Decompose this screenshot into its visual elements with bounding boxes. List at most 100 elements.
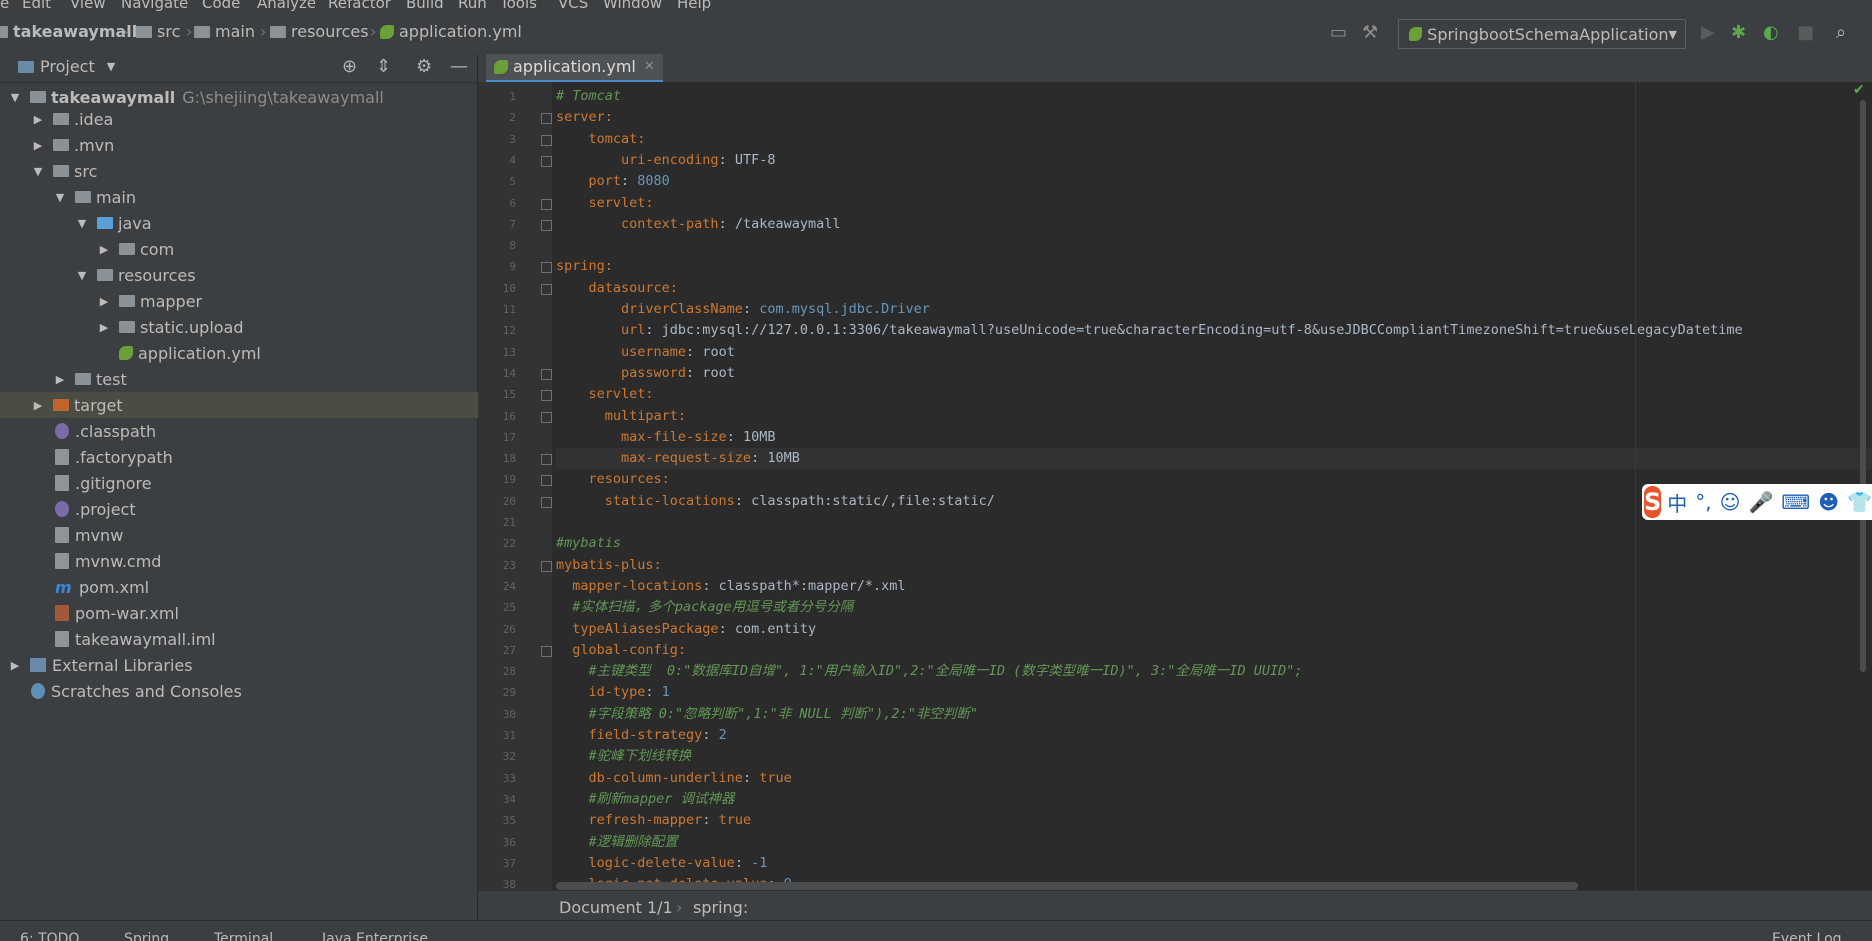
tree-item-test[interactable]: ▶ test	[0, 366, 530, 392]
fold-marker-icon[interactable]	[541, 390, 552, 402]
tree-item-target[interactable]: ▶ target	[0, 392, 508, 418]
run-configuration-select[interactable]: SpringbootSchemaApplication ▼	[1398, 19, 1686, 49]
yaml-key: static-locations	[556, 492, 735, 509]
vertical-scrollbar[interactable]	[1860, 100, 1866, 672]
folder-icon	[119, 321, 135, 333]
menu-window[interactable]: Window	[603, 0, 662, 12]
microphone-icon[interactable]: 🎤	[1749, 490, 1774, 514]
horizontal-scrollbar[interactable]	[556, 882, 1578, 890]
tree-item-iml[interactable]: takeawaymall.iml	[0, 626, 532, 652]
layout-icon[interactable]: ▭	[1330, 22, 1347, 43]
keyboard-icon[interactable]: ⌨	[1781, 490, 1810, 514]
tree-item-src[interactable]: ▼ src	[0, 158, 508, 184]
tree-item-java[interactable]: ▼ java	[0, 210, 552, 236]
menu-code[interactable]: Code	[202, 0, 240, 12]
collapsed-arrow-icon: ▶	[33, 112, 43, 126]
menu-view[interactable]: View	[70, 0, 106, 12]
resources-folder-icon	[270, 25, 286, 38]
tree-item-project[interactable]: .project	[0, 496, 532, 522]
ime-toolbar[interactable]: S 中 °, ☺ 🎤 ⌨ ☻ 👕	[1642, 484, 1872, 520]
build-hammer-icon[interactable]: ⚒	[1362, 22, 1378, 43]
tree-item-resources[interactable]: ▼ resources	[0, 262, 552, 288]
menu-run[interactable]: Run	[458, 0, 487, 12]
menu-navigate[interactable]: Navigate	[121, 0, 188, 12]
tree-item-pom-xml[interactable]: m pom.xml	[0, 574, 532, 600]
fold-marker-icon[interactable]	[541, 198, 552, 210]
tab-application-yml[interactable]: application.yml ✕	[486, 53, 1126, 83]
editor-breadcrumb-bar: Document 1/1 › spring:	[478, 890, 1872, 921]
fold-marker-icon[interactable]	[541, 219, 552, 231]
yaml-colon: :	[751, 450, 768, 467]
tree-item-mvnw-cmd[interactable]: mvnw.cmd	[0, 548, 532, 574]
menu-file[interactable]: e	[0, 0, 9, 12]
breadcrumb-resources[interactable]: resources	[270, 22, 369, 41]
line-number: 36	[502, 835, 516, 849]
code-line: spring:	[556, 256, 613, 277]
yaml-path[interactable]: spring:	[693, 898, 748, 917]
skin-shirt-icon[interactable]: 👕	[1847, 490, 1872, 514]
menu-vcs[interactable]: VCS	[558, 0, 588, 12]
fold-marker-icon[interactable]	[541, 411, 552, 423]
fold-marker-icon[interactable]	[541, 262, 552, 274]
close-icon[interactable]: ✕	[644, 59, 655, 74]
yaml-value: true	[759, 769, 792, 786]
tree-item-classpath[interactable]: .classpath	[0, 418, 532, 444]
code-line: driverClassName: com.mysql.jdbc.Driver	[556, 299, 930, 320]
breadcrumb-main[interactable]: main	[194, 22, 255, 41]
tree-item-external-libraries[interactable]: ▶ External Libraries	[0, 652, 485, 678]
menu-tools[interactable]: Tools	[500, 0, 537, 12]
expanded-arrow-icon: ▼	[77, 216, 87, 230]
fold-marker-icon[interactable]	[541, 283, 552, 295]
folder-icon	[53, 165, 69, 177]
tree-item-mvnw[interactable]: mvnw	[0, 522, 532, 548]
yaml-colon: :	[718, 620, 735, 637]
menu-analyze[interactable]: Analyze	[257, 0, 316, 12]
tree-item-scratches[interactable]: Scratches and Consoles	[0, 678, 508, 704]
fold-marker-icon[interactable]	[541, 155, 552, 167]
breadcrumb-src[interactable]: src	[136, 22, 180, 41]
ime-mode-toggle[interactable]: 中	[1667, 488, 1687, 517]
menu-build[interactable]: Build	[406, 0, 444, 12]
menu-help[interactable]: Help	[677, 0, 711, 12]
line-number: 21	[502, 516, 516, 529]
yaml-value: 1	[661, 684, 670, 701]
breadcrumb-file[interactable]: application.yml	[380, 22, 522, 41]
fold-marker-icon[interactable]	[541, 368, 552, 380]
tree-item-idea[interactable]: ▶ .idea	[0, 106, 508, 132]
fold-marker-icon[interactable]	[541, 496, 552, 508]
tree-item-pom-war-xml[interactable]: pom-war.xml	[0, 600, 532, 626]
tree-item-main[interactable]: ▼ main	[0, 184, 530, 210]
fold-marker-icon[interactable]	[541, 645, 552, 657]
run-icon[interactable]: ▶	[1701, 22, 1715, 43]
debug-bug-icon[interactable]: ✱	[1731, 22, 1746, 43]
smiley-icon[interactable]: ☺	[1720, 490, 1741, 514]
stop-icon[interactable]: ■	[1797, 22, 1814, 43]
fold-marker-icon[interactable]	[541, 560, 552, 572]
locate-target-icon[interactable]: ⊕	[342, 56, 357, 77]
collapse-all-icon[interactable]: ⇕	[376, 56, 391, 77]
fold-marker-icon[interactable]	[541, 134, 552, 146]
tree-item-factorypath[interactable]: .factorypath	[0, 444, 532, 470]
fold-marker-icon[interactable]	[541, 454, 552, 466]
ime-punctuation-toggle[interactable]: °,	[1695, 490, 1711, 514]
menu-edit[interactable]: Edit	[22, 0, 51, 12]
package-icon	[119, 243, 135, 255]
gear-icon[interactable]: ⚙	[416, 56, 432, 77]
tree-item-mvn[interactable]: ▶ .mvn	[0, 132, 508, 158]
search-icon[interactable]: ⌕	[1836, 22, 1846, 43]
coverage-icon[interactable]: ◐	[1763, 22, 1779, 43]
document-indicator[interactable]: Document 1/1	[559, 898, 673, 917]
menu-refactor[interactable]: Refactor	[328, 0, 391, 12]
project-view-selector[interactable]: Project ▼	[18, 57, 115, 76]
tree-item-gitignore[interactable]: .gitignore	[0, 470, 532, 496]
breadcrumb-separator: ›	[122, 22, 129, 41]
code-comment: #字段策略 0:"忽略判断",1:"非 NULL 判断"),2:"非空判断"	[556, 705, 978, 722]
fold-marker-icon[interactable]	[541, 475, 552, 487]
yaml-value: 10MB	[742, 428, 776, 445]
fold-marker-icon[interactable]	[541, 113, 552, 125]
user-icon[interactable]: ☻	[1818, 490, 1839, 514]
breadcrumb-project[interactable]: takeawaymall	[0, 22, 137, 41]
inspection-ok-icon: ✔	[1853, 82, 1865, 98]
hide-icon[interactable]: —	[450, 56, 468, 77]
maven-icon: m	[55, 577, 72, 597]
